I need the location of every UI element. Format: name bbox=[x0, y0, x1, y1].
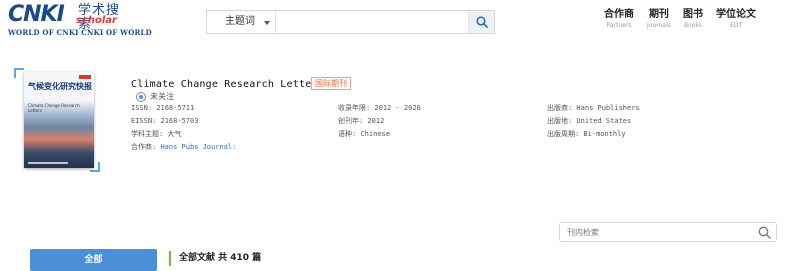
cnki-scholar-logo[interactable]: CNKI 学术搜索 scholar WORLD OF CNKI CNKI OF … bbox=[8, 2, 152, 39]
logo-scholar-text: scholar bbox=[76, 15, 117, 26]
cover-cn-title: 气候变化研究快报 bbox=[28, 82, 92, 91]
all-documents-button[interactable]: 全部 bbox=[30, 249, 157, 271]
partner-row: 合作商: Hans Pubs Journal: bbox=[131, 142, 236, 152]
partner-label: 合作商: bbox=[131, 143, 157, 151]
nav-journals[interactable]: 期刊 Journals bbox=[647, 8, 671, 30]
search-type-label: 主题词 bbox=[225, 16, 255, 27]
nav-edt-sublabel: EDT bbox=[729, 22, 743, 29]
years-value: 收录年限: 2012 - 2026 bbox=[338, 104, 421, 112]
chevron-down-icon bbox=[264, 21, 270, 25]
top-header: CNKI 学术搜索 scholar WORLD OF CNKI CNKI OF … bbox=[0, 0, 798, 44]
publisher-value: 出版商: Hans Publishers bbox=[547, 104, 640, 112]
subject-value: 学科主题: 大气 bbox=[131, 130, 182, 138]
nav-edt-label: 学位论文 bbox=[716, 9, 756, 20]
search-icon[interactable] bbox=[758, 226, 771, 239]
frame-corner bbox=[14, 68, 24, 78]
international-journal-badge: 国际期刊 bbox=[311, 77, 351, 90]
cycle-value: 出版周期: Bi-monthly bbox=[547, 130, 626, 138]
nav-books[interactable]: 图书 Books bbox=[683, 8, 703, 30]
follow-status-text: 未关注 bbox=[150, 92, 174, 101]
count-divider bbox=[169, 251, 171, 266]
in-journal-search bbox=[559, 222, 777, 242]
search-input[interactable] bbox=[277, 11, 469, 33]
logo-slogan: WORLD OF CNKI CNKI OF WORLD bbox=[8, 28, 152, 37]
place-value: 出版地: United States bbox=[547, 117, 632, 125]
search-button[interactable] bbox=[468, 11, 494, 33]
cover-footer-line bbox=[28, 162, 68, 164]
cover-publisher-mark bbox=[79, 75, 91, 79]
partner-link[interactable]: Hans Pubs Journal: bbox=[160, 143, 236, 151]
language-value: 语种: Chinese bbox=[338, 130, 390, 138]
journal-title: Climate Change Research Letters bbox=[131, 79, 324, 90]
nav-journals-sublabel: Journals bbox=[647, 22, 671, 29]
nav-partners-label: 合作商 bbox=[604, 9, 634, 20]
nav-books-sublabel: Books bbox=[683, 22, 703, 29]
founded-value: 创刊年: 2012 bbox=[338, 117, 385, 125]
journal-cover-frame[interactable]: 气候变化研究快报 Climate Change Research Letters bbox=[14, 68, 100, 172]
issn-value: ISSN: 2168-5711 bbox=[131, 104, 195, 112]
nav-partners-sublabel: Partners bbox=[606, 22, 632, 29]
search-type-select[interactable]: 主题词 bbox=[207, 11, 276, 33]
nav-books-label: 图书 bbox=[683, 9, 703, 20]
search-icon bbox=[476, 16, 488, 28]
cover-en-title: Climate Change Research Letters bbox=[28, 103, 80, 113]
follow-icon bbox=[136, 92, 146, 102]
logo-main-text: CNKI bbox=[8, 2, 65, 27]
nav-partners[interactable]: 合作商 Partners bbox=[604, 8, 634, 30]
eissn-value: EISSN: 2168-5703 bbox=[131, 117, 199, 125]
in-journal-search-input[interactable] bbox=[560, 223, 740, 241]
nav-edt[interactable]: 学位论文 EDT bbox=[716, 8, 756, 30]
global-search-bar: 主题词 bbox=[206, 10, 495, 34]
document-count: 全部文献 共 410 篇 bbox=[179, 253, 262, 263]
nav-journals-label: 期刊 bbox=[648, 9, 669, 20]
journal-cover-image: 气候变化研究快报 Climate Change Research Letters bbox=[24, 72, 94, 168]
